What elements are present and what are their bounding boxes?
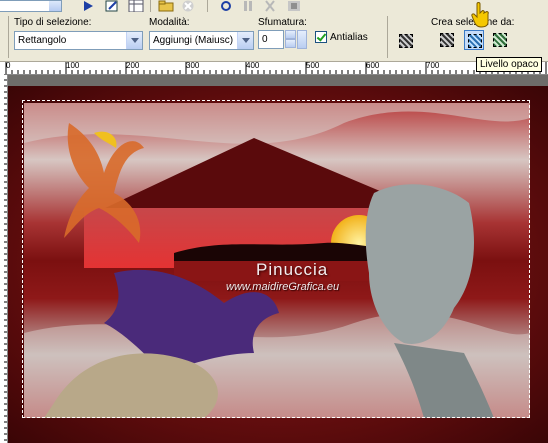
antialias-label: Antialias: [330, 32, 368, 43]
options-separator: [387, 16, 388, 58]
undo-icon[interactable]: [218, 0, 234, 12]
feather-label: Sfumatura:: [258, 17, 307, 28]
tooltip: Livello opaco: [476, 57, 543, 72]
feather-spin-down-icon[interactable]: [285, 39, 296, 48]
ruler-top: 0 100 200 300 400 500 600 700 800: [0, 62, 548, 75]
ruler-ticks: [5, 62, 547, 74]
ruler-left-ticks: [4, 74, 7, 441]
watermark-name: Pinuccia: [256, 260, 329, 279]
watermark-url: www.maidireGrafica.eu: [226, 281, 340, 293]
play-icon[interactable]: [80, 0, 96, 12]
toolbar-dropdown[interactable]: [0, 0, 62, 12]
selection-type-label: Tipo di selezione:: [14, 17, 92, 28]
pause-icon[interactable]: [240, 0, 256, 12]
selection-from-mask-icon[interactable]: [437, 30, 457, 50]
main-toolbar: [0, 0, 548, 15]
selection-square-icon[interactable]: [396, 31, 416, 51]
feather-input[interactable]: 0: [258, 30, 284, 49]
chevron-down-icon[interactable]: [49, 1, 61, 11]
selection-type-value: Rettangolo: [18, 35, 67, 46]
table-icon[interactable]: [128, 0, 144, 12]
feather-dropdown-button[interactable]: [297, 30, 307, 49]
feather-spin-up-icon[interactable]: [285, 30, 296, 39]
mode-label: Modalità:: [149, 17, 190, 28]
transfer-icon[interactable]: [286, 0, 302, 12]
close-icon[interactable]: [262, 0, 278, 12]
mode-value: Aggiungi (Maiusc): [153, 35, 234, 46]
hand-pointer-icon: [471, 2, 489, 28]
edit-icon[interactable]: [104, 0, 120, 12]
chevron-down-icon[interactable]: [237, 32, 253, 49]
antialias-checkbox[interactable]: [315, 31, 327, 43]
folder-icon[interactable]: [158, 0, 174, 12]
feather-value: 0: [262, 34, 268, 45]
selection-from-mask-alt-icon[interactable]: [490, 30, 510, 50]
chevron-down-icon[interactable]: [126, 32, 142, 49]
delete-icon[interactable]: [180, 0, 196, 12]
selection-marquee[interactable]: [22, 100, 530, 418]
mode-select[interactable]: Aggiungi (Maiusc): [149, 31, 254, 50]
ruler-left: [0, 74, 8, 443]
options-separator: [8, 16, 9, 58]
toolbar-separator: [207, 0, 208, 12]
toolbar-separator: [150, 0, 151, 12]
selection-type-select[interactable]: Rettangolo: [14, 31, 143, 50]
selection-from-opaque-layer-icon[interactable]: [464, 30, 484, 50]
